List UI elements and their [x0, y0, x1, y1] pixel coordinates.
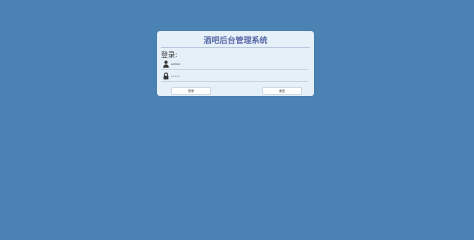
login-button[interactable]: 登录 [171, 87, 211, 95]
login-panel: 酒吧后台管理系统 登录: 登录 重置 [157, 31, 314, 96]
page-background: { "app": { "title": "酒吧后台管理系统" }, "form"… [0, 0, 474, 240]
username-input[interactable] [171, 59, 308, 68]
password-row [161, 71, 308, 82]
password-input[interactable] [171, 71, 308, 80]
page-title: 酒吧后台管理系统 [203, 36, 268, 45]
login-section-label: 登录: [161, 51, 178, 59]
lock-icon [163, 72, 169, 80]
username-row [161, 59, 308, 70]
user-icon [163, 60, 169, 68]
reset-button[interactable]: 重置 [262, 87, 302, 95]
title-divider [161, 47, 310, 48]
